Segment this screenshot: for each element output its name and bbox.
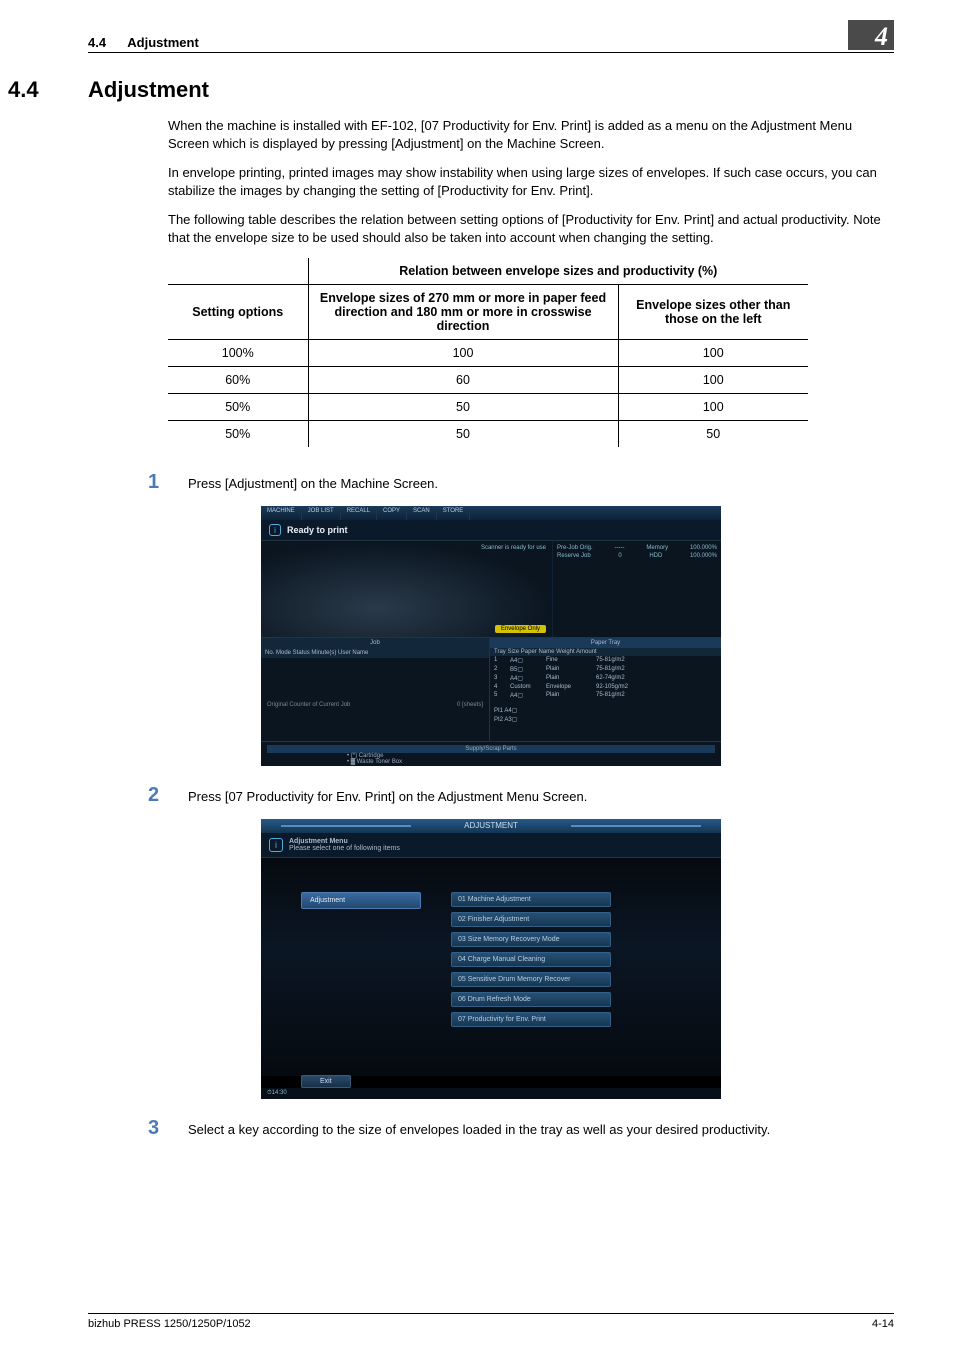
menu-item-06[interactable]: 06 Drum Refresh Mode <box>451 992 611 1007</box>
table-cell: 100 <box>308 340 618 367</box>
step-number: 1 <box>148 471 188 494</box>
info-icon: i <box>269 838 283 852</box>
step-2: 2 Press [07 Productivity for Env. Print]… <box>148 784 894 807</box>
step-text: Press [07 Productivity for Env. Print] o… <box>188 784 894 804</box>
menu-item-05[interactable]: 05 Sensitive Drum Memory Recover <box>451 972 611 987</box>
table-cell: 50 <box>618 421 808 448</box>
intro-paragraph-3: The following table describes the relati… <box>168 211 894 246</box>
table-cell: 50 <box>308 394 618 421</box>
menu-item-03[interactable]: 03 Size Memory Recovery Mode <box>451 932 611 947</box>
device2-status: i Adjustment Menu Please select one of f… <box>261 833 721 858</box>
header-section: 4.4 Adjustment <box>88 35 199 50</box>
section-heading: 4.4 Adjustment <box>88 77 894 103</box>
adjustment-menu-list: 01 Machine Adjustment 02 Finisher Adjust… <box>451 892 611 1076</box>
heading-title: Adjustment <box>88 77 209 103</box>
table-col-large: Envelope sizes of 270 mm or more in pape… <box>308 285 618 340</box>
table-span-header: Relation between envelope sizes and prod… <box>308 258 808 285</box>
device-illustration: Scanner is ready for use Envelope Only <box>261 541 553 637</box>
exit-button[interactable]: Exit <box>301 1075 351 1088</box>
device-tabbar: MACHINEJOB LISTRECALLCOPYSCANSTORE <box>261 506 721 520</box>
page-header: 4.4 Adjustment 4 <box>88 20 894 53</box>
menu-item-01[interactable]: 01 Machine Adjustment <box>451 892 611 907</box>
header-section-title: Adjustment <box>127 35 199 50</box>
page-footer: bizhub PRESS 1250/1250P/1052 4-14 <box>88 1313 894 1330</box>
menu-item-02[interactable]: 02 Finisher Adjustment <box>451 912 611 927</box>
paper-tray-panel: Paper Tray Tray Size Paper Name Weight A… <box>489 637 721 741</box>
menu-item-07[interactable]: 07 Productivity for Env. Print <box>451 1012 611 1027</box>
table-cell: 100 <box>618 340 808 367</box>
footer-model: bizhub PRESS 1250/1250P/1052 <box>88 1318 251 1330</box>
table-cell: 60 <box>308 367 618 394</box>
table-cell: 100 <box>618 394 808 421</box>
device-status-bar: i Ready to print <box>261 520 721 541</box>
info-icon: i <box>269 524 281 536</box>
device2-titlebar: ADJUSTMENT <box>261 819 721 833</box>
footer-page-number: 4-14 <box>872 1318 894 1330</box>
table-col-other: Envelope sizes other than those on the l… <box>618 285 808 340</box>
table-cell: 50% <box>168 394 308 421</box>
step-3: 3 Select a key according to the size of … <box>148 1117 894 1140</box>
table-col-setting: Setting options <box>168 285 308 340</box>
table-cell: 100 <box>618 367 808 394</box>
scanner-status: Scanner is ready for use <box>481 545 546 551</box>
relation-table: Relation between envelope sizes and prod… <box>168 258 894 447</box>
table-cell: 50% <box>168 421 308 448</box>
device-status-text: Ready to print <box>287 525 348 535</box>
step-number: 2 <box>148 784 188 807</box>
machine-screen-screenshot: MACHINEJOB LISTRECALLCOPYSCANSTORE i Rea… <box>261 506 721 766</box>
intro-paragraph-2: In envelope printing, printed images may… <box>168 164 894 199</box>
chapter-number-box: 4 <box>848 20 894 50</box>
step-text: Press [Adjustment] on the Machine Screen… <box>188 471 894 491</box>
header-section-num: 4.4 <box>88 35 106 50</box>
envelope-only-badge: Envelope Only <box>495 625 546 633</box>
intro-paragraph-1: When the machine is installed with EF-10… <box>168 117 894 152</box>
heading-number: 4.4 <box>8 77 88 103</box>
step-text: Select a key according to the size of en… <box>188 1117 894 1137</box>
menu-item-04[interactable]: 04 Charge Manual Cleaning <box>451 952 611 967</box>
table-cell: 50 <box>308 421 618 448</box>
job-list-panel: Job No. Mode Status Minute(s) User Name … <box>261 637 489 741</box>
table-cell: 60% <box>168 367 308 394</box>
supply-panel: Supply/Scrap Parts • (*) Cartridge • ▓ W… <box>261 741 721 766</box>
adjustment-category-button[interactable]: Adjustment <box>301 892 421 909</box>
device2-footer: ⏱14:30 <box>261 1088 721 1099</box>
table-cell: 100% <box>168 340 308 367</box>
device-meters: Pre-Job Orig.-----Memory100.000% Reserve… <box>553 541 721 637</box>
adjustment-menu-screenshot: ADJUSTMENT i Adjustment Menu Please sele… <box>261 819 721 1099</box>
step-1: 1 Press [Adjustment] on the Machine Scre… <box>148 471 894 494</box>
step-number: 3 <box>148 1117 188 1140</box>
